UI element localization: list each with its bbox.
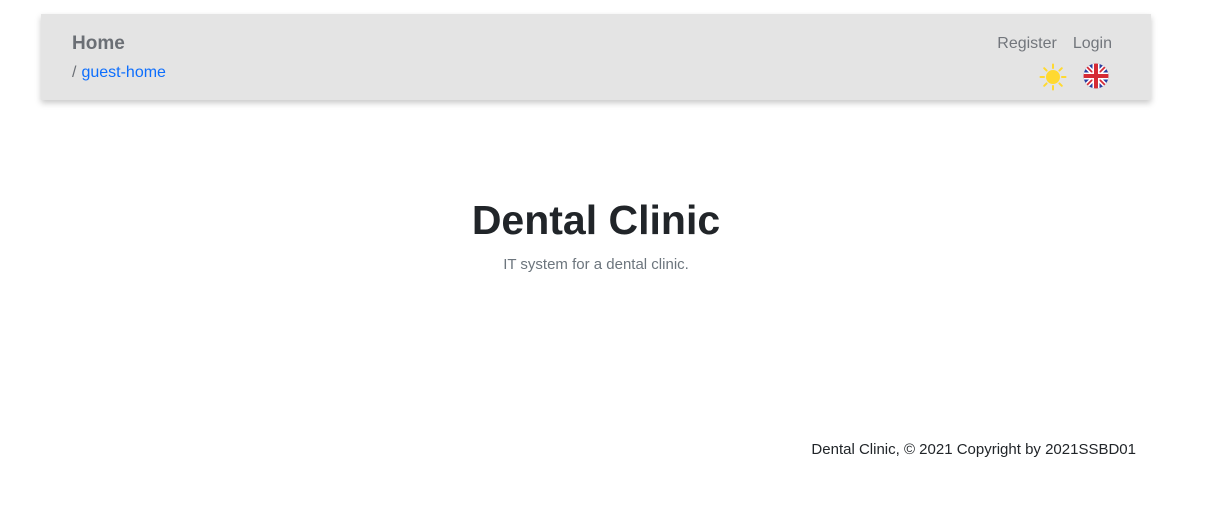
- breadcrumb-separator: /: [72, 64, 77, 81]
- navbar-left: Home / guest-home: [72, 32, 166, 83]
- hero-title: Dental Clinic: [471, 197, 721, 243]
- auth-links: Register Login: [997, 34, 1112, 54]
- page: Home / guest-home Register Login Dental …: [0, 0, 1208, 524]
- navbar: Home / guest-home Register Login: [41, 14, 1151, 100]
- breadcrumb-link-guest-home[interactable]: guest-home: [81, 64, 166, 81]
- navbar-right: Register Login: [997, 34, 1112, 91]
- breadcrumb: / guest-home: [72, 63, 166, 83]
- login-link[interactable]: Login: [1073, 35, 1112, 52]
- hero-section: Dental Clinic IT system for a dental cli…: [0, 195, 1192, 275]
- uk-flag-icon[interactable]: [1081, 63, 1109, 91]
- footer-copyright: Dental Clinic, © 2021 Copyright by 2021S…: [811, 441, 1136, 458]
- hero-subtitle: IT system for a dental clinic.: [503, 256, 689, 273]
- page-title: Home: [72, 33, 125, 54]
- register-link[interactable]: Register: [997, 35, 1057, 52]
- sun-icon[interactable]: [1039, 63, 1067, 91]
- navbar-icons: [997, 63, 1112, 91]
